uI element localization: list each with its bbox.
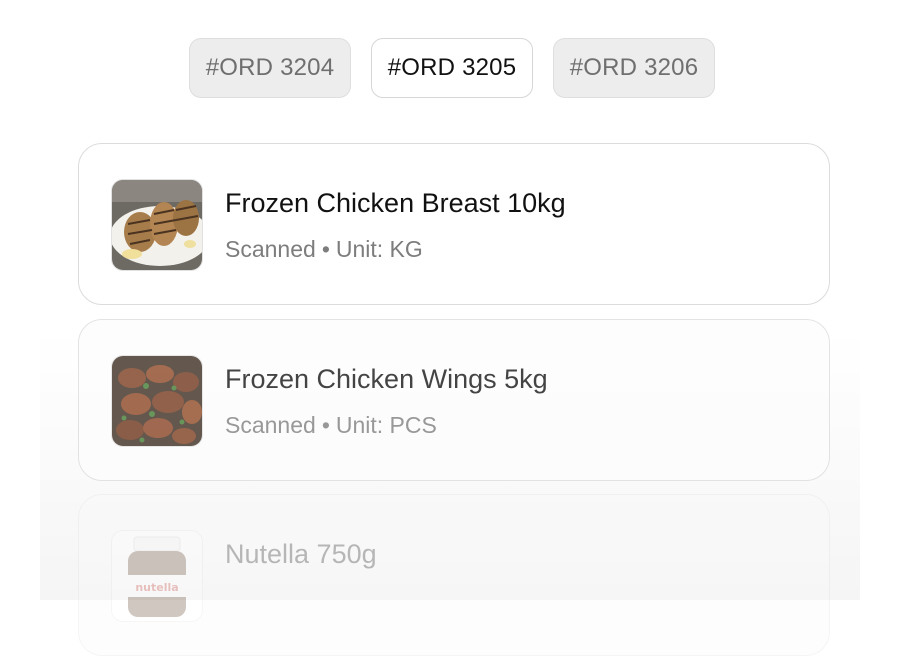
item-status: Scanned — [225, 236, 316, 262]
item-status: Scanned — [225, 412, 316, 438]
nutella-jar-image: nutella — [111, 530, 203, 622]
list-item[interactable]: Frozen Chicken Wings 5kg Scanned • Unit: P… — [78, 319, 830, 481]
separator-dot: • — [321, 236, 330, 262]
order-tabs: #ORD 3204 #ORD 3205 #ORD 3206 — [0, 38, 904, 98]
item-name: Frozen Chicken Wings 5kg — [225, 364, 548, 394]
item-name: Frozen Chicken Breast 10kg — [225, 188, 566, 218]
nutella-label-text: nutella — [135, 581, 178, 594]
chicken-wings-image — [111, 355, 203, 447]
item-unit: Unit: PCS — [335, 412, 437, 438]
tab-ord-3206[interactable]: #ORD 3206 — [553, 38, 715, 98]
list-item[interactable]: Frozen Chicken Breast 10kg Scanned • Unit:… — [78, 143, 830, 305]
separator-dot: • — [321, 412, 330, 438]
item-unit: Unit: KG — [335, 236, 423, 262]
item-meta: Scanned • Unit: PCS — [225, 412, 437, 439]
list-item[interactable]: nutella Nutella 750g — [78, 494, 830, 656]
chicken-breast-image — [111, 179, 203, 271]
item-meta: Scanned • Unit: KG — [225, 236, 423, 263]
tab-ord-3205[interactable]: #ORD 3205 — [371, 38, 533, 98]
tab-ord-3204[interactable]: #ORD 3204 — [189, 38, 351, 98]
item-name: Nutella 750g — [225, 539, 377, 569]
